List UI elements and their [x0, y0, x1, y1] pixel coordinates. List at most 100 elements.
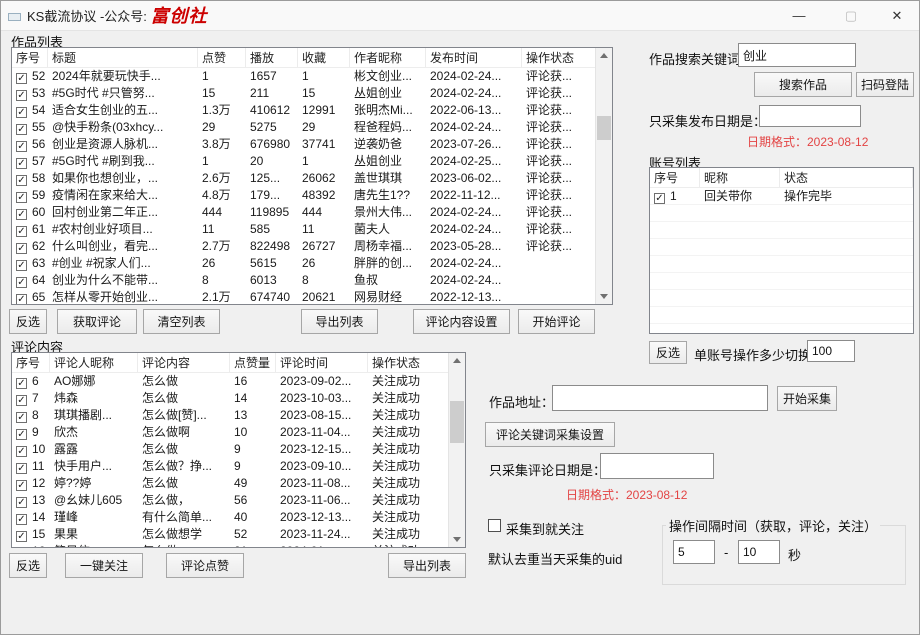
comments-column-header[interactable]: 点赞量 [230, 353, 276, 372]
works-row[interactable]: ✓ 61 #农村创业好项目... 11 585 11 菌夫人 2024-02-24... 评论获… [12, 221, 595, 238]
works-invert-button[interactable]: 反选 [9, 309, 47, 334]
vertical-scrollbar[interactable] [448, 353, 465, 547]
maximize-button[interactable]: ▢ [835, 1, 867, 31]
works-column-header[interactable]: 标题 [48, 48, 198, 67]
row-checkbox[interactable]: ✓ [16, 260, 27, 271]
account-switch-input[interactable] [807, 340, 855, 362]
works-column-header[interactable]: 收藏 [298, 48, 350, 67]
works-row[interactable]: ✓ 53 #5G时代 #只管努... 15 211 15 丛姐创业 2024-02-24...… [12, 85, 595, 102]
accounts-column-header[interactable]: 状态 [780, 168, 913, 187]
works-row[interactable]: ✓ 65 怎样从零开始创业... 2.1万 674740 20621 网易财经 2022-12… [12, 289, 595, 304]
comments-row[interactable]: ✓ 8 琪琪播剧... 怎么做[赞]... 13 2023-08-15... 关注成功 [12, 407, 448, 424]
export-works-button[interactable]: 导出列表 [301, 309, 378, 334]
works-row[interactable]: ✓ 56 创业是资源人脉机... 3.8万 676980 37741 逆袭奶爸 2023-07… [12, 136, 595, 153]
interval-min-input[interactable] [673, 540, 715, 564]
row-checkbox[interactable]: ✓ [16, 175, 27, 186]
comments-column-header[interactable]: 评论时间 [276, 353, 368, 372]
works-row[interactable]: ✓ 57 #5G时代 #刷到我... 1 20 1 丛姐创业 2024-02-25... 评论获… [12, 153, 595, 170]
accounts-invert-button[interactable]: 反选 [649, 341, 687, 364]
works-row[interactable]: ✓ 52 2024年就要玩快手... 1 1657 1 彬文创业... 2024-02-24.… [12, 68, 595, 85]
search-works-button[interactable]: 搜索作品 [754, 72, 852, 97]
qr-login-button[interactable]: 扫码登陆 [856, 72, 914, 97]
row-checkbox[interactable]: ✓ [16, 192, 27, 203]
comments-row[interactable]: ✓ 6 AO娜娜 怎么做 16 2023-09-02... 关注成功 [12, 373, 448, 390]
minimize-button[interactable]: — [783, 1, 815, 31]
scroll-down-button[interactable] [596, 288, 612, 304]
row-checkbox[interactable]: ✓ [16, 412, 27, 423]
comment-date-input[interactable] [600, 453, 714, 479]
comments-row[interactable]: ✓ 14 瑾峰 有什么简单... 40 2023-12-13... 关注成功 [12, 509, 448, 526]
scroll-down-button[interactable] [449, 531, 465, 547]
accounts-column-header[interactable]: 昵称 [700, 168, 780, 187]
comments-column-header[interactable]: 评论人昵称 [50, 353, 138, 372]
close-button[interactable]: ✕ [881, 1, 913, 31]
row-checkbox[interactable]: ✓ [16, 158, 27, 169]
comments-row[interactable]: ✓ 9 欣杰 怎么做啊 10 2023-11-04... 关注成功 [12, 424, 448, 441]
works-row[interactable]: ✓ 55 @快手粉条(03xhcy... 29 5275 29 程爸程妈... 2024-02… [12, 119, 595, 136]
row-checkbox[interactable]: ✓ [16, 124, 27, 135]
works-column-header[interactable]: 发布时间 [426, 48, 522, 67]
clear-list-button[interactable]: 清空列表 [143, 309, 220, 334]
row-checkbox[interactable]: ✓ [16, 226, 27, 237]
scroll-up-button[interactable] [596, 48, 612, 64]
comments-row[interactable]: ✓ 10 露露 怎么做 9 2023-12-15... 关注成功 [12, 441, 448, 458]
comments-invert-button[interactable]: 反选 [9, 553, 47, 578]
row-checkbox[interactable]: ✓ [16, 73, 27, 84]
works-column-header[interactable]: 作者昵称 [350, 48, 426, 67]
row-checkbox[interactable]: ✓ [16, 107, 27, 118]
row-checkbox[interactable]: ✓ [16, 90, 27, 101]
comments-row[interactable]: ✓ 15 果果 怎么做想学 52 2023-11-24... 关注成功 [12, 526, 448, 543]
comment-settings-button[interactable]: 评论内容设置 [413, 309, 510, 334]
works-row[interactable]: ✓ 59 疫情闲在家来给大... 4.8万 179... 48392 唐先生1?? 2022-… [12, 187, 595, 204]
works-row[interactable]: ✓ 54 适合女生创业的五... 1.3万 410612 12991 张明杰Mi... 202… [12, 102, 595, 119]
row-checkbox[interactable]: ✓ [654, 193, 665, 204]
row-checkbox[interactable]: ✓ [16, 531, 27, 542]
row-checkbox[interactable]: ✓ [16, 463, 27, 474]
start-comment-button[interactable]: 开始评论 [518, 309, 595, 334]
scroll-thumb[interactable] [450, 401, 464, 443]
row-checkbox[interactable]: ✓ [16, 446, 27, 457]
comments-row[interactable]: ✓ 11 快手用户... 怎么做？挣... 9 2023-09-10... 关注成功 [12, 458, 448, 475]
works-row[interactable]: ✓ 63 #创业 #祝家人们... 26 5615 26 胖胖的创... 2024-02-24… [12, 255, 595, 272]
follow-all-button[interactable]: 一键关注 [65, 553, 143, 578]
works-row[interactable]: ✓ 60 回村创业第二年正... 444 119895 444 景州大伟... 2024-02… [12, 204, 595, 221]
row-checkbox[interactable]: ✓ [16, 395, 27, 406]
start-collect-button[interactable]: 开始采集 [777, 386, 837, 411]
like-comments-button[interactable]: 评论点赞 [166, 553, 244, 578]
export-comments-button[interactable]: 导出列表 [388, 553, 466, 578]
row-checkbox[interactable]: ✓ [16, 514, 27, 525]
interval-max-input[interactable] [738, 540, 780, 564]
comments-row[interactable]: ✓ 7 炜森 怎么做 14 2023-10-03... 关注成功 [12, 390, 448, 407]
vertical-scrollbar[interactable] [595, 48, 612, 304]
comments-row[interactable]: ✓ 12 婷??婷 怎么做 49 2023-11-08... 关注成功 [12, 475, 448, 492]
row-checkbox[interactable]: ✓ [16, 277, 27, 288]
row-checkbox[interactable]: ✓ [16, 243, 27, 254]
works-column-header[interactable]: 点赞 [198, 48, 246, 67]
follow-on-collect-checkbox[interactable] [488, 519, 501, 532]
row-checkbox[interactable]: ✓ [16, 429, 27, 440]
works-row[interactable]: ✓ 58 如果你也想创业，... 2.6万 125... 26062 盖世琪琪 2023-06… [12, 170, 595, 187]
comments-row[interactable]: ✓16简风信怎么做212024-01-...关注成功 [12, 543, 448, 547]
accounts-column-header[interactable]: 序号 [650, 168, 700, 187]
works-row[interactable]: ✓ 62 什么叫创业，看完... 2.7万 822498 26727 周杨幸福... 2023… [12, 238, 595, 255]
scroll-thumb[interactable] [597, 116, 611, 140]
row-checkbox[interactable]: ✓ [16, 497, 27, 508]
row-checkbox[interactable]: ✓ [16, 141, 27, 152]
works-column-header[interactable]: 播放 [246, 48, 298, 67]
fetch-comments-button[interactable]: 获取评论 [57, 309, 137, 334]
works-column-header[interactable]: 序号 [12, 48, 48, 67]
comments-column-header[interactable]: 评论内容 [138, 353, 230, 372]
row-checkbox[interactable]: ✓ [16, 294, 27, 304]
works-row[interactable]: ✓ 64 创业为什么不能带... 8 6013 8 鱼叔 2024-02-24... [12, 272, 595, 289]
row-checkbox[interactable]: ✓ [16, 378, 27, 389]
keyword-input[interactable] [738, 43, 856, 67]
publish-date-input[interactable] [759, 105, 861, 127]
scroll-up-button[interactable] [449, 353, 465, 369]
row-checkbox[interactable]: ✓ [16, 209, 27, 220]
accounts-row[interactable]: ✓ 1 回关带你 操作完毕 [650, 188, 913, 205]
row-checkbox[interactable]: ✓ [16, 480, 27, 491]
comments-row[interactable]: ✓ 13 @幺妹儿605 怎么做， 56 2023-11-06... 关注成功 [12, 492, 448, 509]
work-url-input[interactable] [552, 385, 768, 411]
comments-column-header[interactable]: 序号 [12, 353, 50, 372]
keyword-collect-settings-button[interactable]: 评论关键词采集设置 [485, 422, 615, 447]
